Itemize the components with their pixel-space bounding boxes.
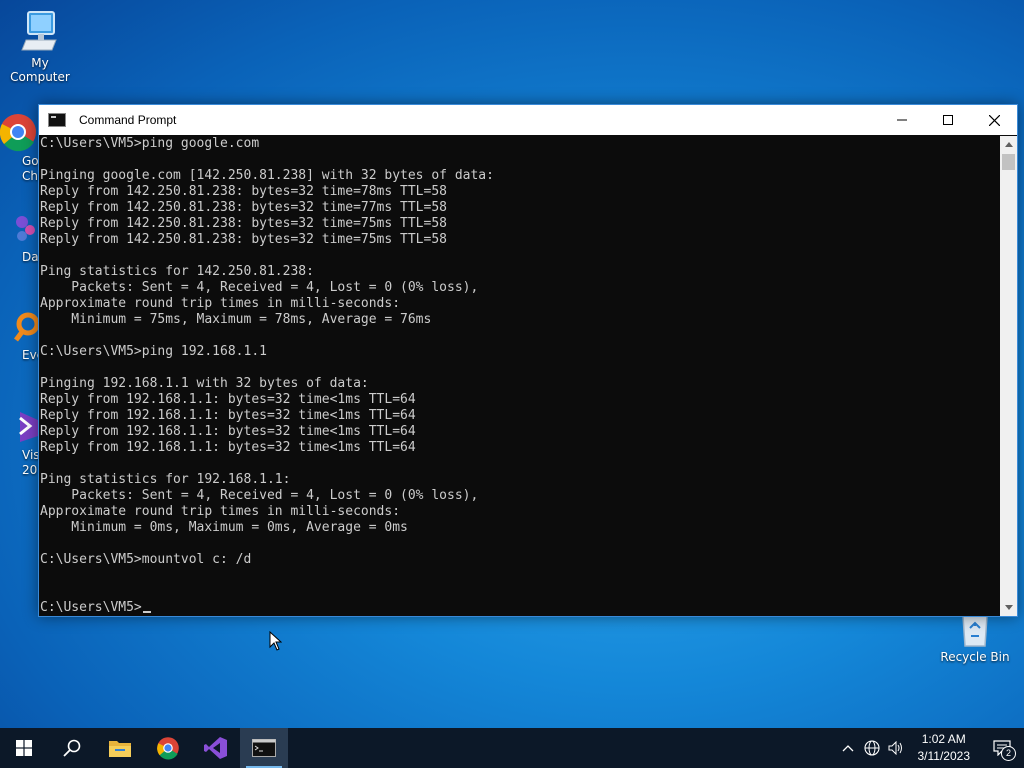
everything-search-icon [14, 312, 38, 342]
windows-logo-icon [16, 740, 32, 756]
file-explorer-icon [109, 741, 131, 757]
search-icon [63, 739, 81, 757]
chevron-up-icon [842, 745, 853, 752]
command-prompt-icon [252, 739, 276, 757]
recycle-bin-icon [962, 615, 988, 647]
mouse-cursor-icon [269, 631, 282, 651]
console-line: Reply from 142.250.81.238: bytes=32 time… [40, 232, 447, 247]
datawrangler-icon [16, 216, 35, 241]
vertical-scrollbar[interactable] [1000, 136, 1017, 616]
visual-studio-icon [19, 412, 38, 442]
taskbar-file-explorer[interactable] [96, 728, 144, 768]
desktop-icon-label: My Computer [10, 56, 70, 84]
console-line: Reply from 192.168.1.1: bytes=32 time<1m… [40, 440, 416, 455]
taskbar-visual-studio[interactable] [192, 728, 240, 768]
console-prompt-line: C:\Users\VM5> [39, 600, 1000, 616]
text-cursor [142, 611, 151, 613]
computer-icon [21, 11, 57, 51]
minimize-button[interactable] [879, 105, 925, 135]
desktop-icon-recycle-bin[interactable]: Recycle Bin [935, 612, 1015, 664]
console-line: Minimum = 0ms, Maximum = 0ms, Average = … [40, 520, 408, 535]
console-line: Pinging 192.168.1.1 with 32 bytes of dat… [40, 376, 369, 391]
scroll-down-button[interactable] [1000, 599, 1017, 616]
console-line: C:\Users\VM5>ping google.com [40, 136, 260, 151]
console-output[interactable]: C:\Users\VM5>ping google.com Pinging goog… [39, 136, 1000, 616]
clock-date: 3/11/2023 [917, 749, 971, 763]
network-button[interactable] [860, 728, 884, 768]
chevron-up-icon [1004, 142, 1013, 147]
console-line: Ping statistics for 142.250.81.238: [40, 264, 314, 279]
globe-network-icon [863, 740, 880, 756]
minimize-icon [897, 119, 907, 121]
desktop-icon-label: Recycle Bin [940, 650, 1010, 664]
console-line: Approximate round trip times in milli-se… [40, 504, 401, 519]
console-line: Reply from 142.250.81.238: bytes=32 time… [40, 184, 447, 199]
console-line: C:\Users\VM5>ping 192.168.1.1 [40, 344, 267, 359]
chevron-down-icon [1004, 605, 1013, 610]
volume-button[interactable] [884, 728, 908, 768]
console-line: Reply from 142.250.81.238: bytes=32 time… [40, 216, 447, 231]
notification-badge: 2 [1001, 746, 1016, 761]
window-title: Command Prompt [79, 113, 177, 127]
console-line: Approximate round trip times in milli-se… [40, 296, 401, 311]
action-center-button[interactable]: 2 [980, 728, 1024, 768]
console-line: Reply from 192.168.1.1: bytes=32 time<1m… [40, 408, 416, 423]
console-line: Reply from 142.250.81.238: bytes=32 time… [40, 200, 447, 215]
console-line: Minimum = 75ms, Maximum = 78ms, Average … [40, 312, 432, 327]
clock-time: 1:02 AM [921, 732, 966, 746]
console-line: Pinging google.com [142.250.81.238] with… [40, 168, 494, 183]
scroll-thumb[interactable] [1002, 154, 1015, 170]
console-line: Packets: Sent = 4, Received = 4, Lost = … [40, 280, 479, 295]
chrome-icon [157, 737, 179, 760]
console-line: Reply from 192.168.1.1: bytes=32 time<1m… [40, 424, 416, 439]
clock[interactable]: 1:02 AM 3/11/2023 [908, 731, 981, 765]
desktop-icon-my-computer[interactable]: My Computer [0, 10, 80, 84]
maximize-button[interactable] [925, 105, 971, 135]
taskbar-chrome[interactable] [144, 728, 192, 768]
console-line: Ping statistics for 192.168.1.1: [40, 472, 291, 487]
close-button[interactable] [971, 105, 1017, 135]
maximize-icon [943, 115, 953, 125]
taskbar-command-prompt[interactable] [240, 728, 288, 768]
title-bar[interactable]: Command Prompt [39, 105, 1017, 135]
visual-studio-icon [204, 737, 227, 759]
system-tray: 1:02 AM 3/11/2023 2 [836, 728, 1024, 768]
search-button[interactable] [48, 728, 96, 768]
console-line: Reply from 192.168.1.1: bytes=32 time<1m… [40, 392, 416, 407]
console-prompt: C:\Users\VM5> [40, 600, 142, 615]
command-prompt-icon [48, 113, 66, 127]
console-line: Packets: Sent = 4, Received = 4, Lost = … [40, 488, 479, 503]
speaker-icon [888, 741, 902, 755]
start-button[interactable] [0, 728, 48, 768]
close-icon [988, 114, 1000, 126]
console-line: C:\Users\VM5>mountvol c: /d [40, 552, 252, 567]
show-hidden-icons-button[interactable] [836, 728, 860, 768]
taskbar: 1:02 AM 3/11/2023 2 [0, 728, 1024, 768]
scroll-up-button[interactable] [1000, 136, 1017, 153]
chrome-icon [0, 114, 36, 152]
command-prompt-window[interactable]: Command Prompt C:\Users\VM5>ping google.… [38, 104, 1018, 617]
